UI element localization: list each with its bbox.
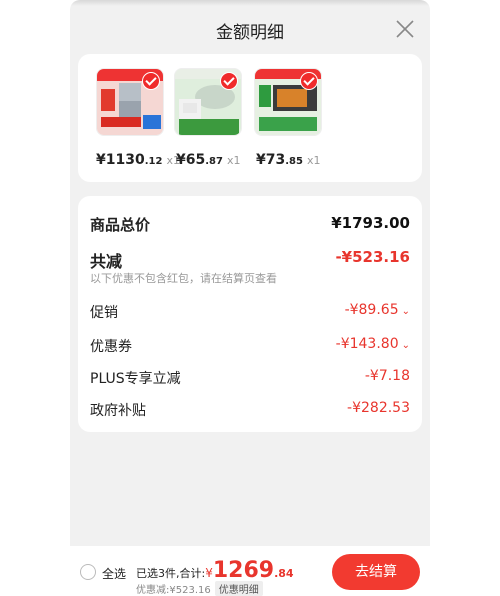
selected-count-text: 已选3件,合计:: [136, 567, 206, 580]
right-backdrop: [430, 0, 500, 592]
sheet-top-shade: [70, 0, 430, 6]
total-price-row: 商品总价 ¥1793.00: [90, 214, 410, 235]
price-summary-card: 商品总价 ¥1793.00 共减 -¥523.16 以下优惠不包含红包，请在结算…: [78, 196, 422, 432]
product-price: ¥1130.12 x1: [96, 152, 180, 168]
total-decimal: .84: [274, 567, 294, 580]
total-reduction-row: 共减 -¥523.16: [90, 248, 410, 272]
left-backdrop: [0, 0, 70, 592]
product-image-kettle: [174, 68, 242, 136]
total-reduction-label: 共减: [90, 252, 123, 271]
product-image-refrigerator: [96, 68, 164, 136]
discount-row-plus: PLUS专享立减 -¥7.18: [90, 368, 410, 388]
select-all-label[interactable]: 全选: [102, 565, 126, 582]
checked-icon: [300, 72, 318, 90]
discount-amount: -¥7.18: [364, 368, 410, 384]
selected-total: 已选3件,合计:¥1269.84: [136, 558, 294, 583]
discount-amount: -¥143.80: [335, 336, 399, 352]
product-card: ¥1130.12 x1 ¥65.87 x1 ¥73.85 x1: [78, 54, 422, 182]
discount-row-coupon[interactable]: 优惠券 -¥143.80 ⌄: [90, 336, 410, 356]
checked-icon: [220, 72, 238, 90]
product-item[interactable]: [96, 68, 164, 136]
checkout-bar: 全选 已选3件,合计:¥1269.84 优惠减:¥523.16 优惠明细 去结算: [70, 546, 430, 596]
chevron-down-icon: ⌄: [401, 306, 410, 317]
total-price-label: 商品总价: [90, 216, 151, 234]
amount-detail-sheet: 金额明细 ¥1130.12 x1 ¥65.87 x1 ¥73.85 x1 商品总…: [70, 0, 430, 592]
checkout-button[interactable]: 去结算: [332, 554, 420, 590]
discount-label: 促销: [90, 305, 118, 321]
discount-label: 政府补贴: [90, 403, 146, 419]
discount-label: PLUS专享立减: [90, 371, 181, 387]
sheet-title: 金额明细: [216, 23, 284, 43]
discount-amount: -¥282.53: [347, 400, 410, 416]
discount-row-promotion[interactable]: 促销 -¥89.65 ⌄: [90, 302, 410, 322]
select-all-radio[interactable]: [80, 564, 96, 580]
product-price: ¥65.87 x1: [176, 152, 241, 168]
discount-summary-text: 优惠减:¥523.16: [136, 585, 211, 596]
reduction-note: 以下优惠不包含红包，请在结算页查看: [90, 272, 277, 285]
discount-summary: 优惠减:¥523.16 优惠明细: [136, 581, 263, 596]
close-icon[interactable]: [394, 18, 416, 40]
discount-amount: -¥89.65: [344, 302, 399, 318]
discount-label: 优惠券: [90, 339, 132, 355]
product-item[interactable]: [174, 68, 242, 136]
discount-row-subsidy: 政府补贴 -¥282.53: [90, 400, 410, 420]
currency-symbol: ¥: [205, 566, 213, 580]
product-image-oven: [254, 68, 322, 136]
chevron-down-icon: ⌄: [401, 340, 410, 351]
total-reduction-amount: -¥523.16: [335, 248, 410, 266]
total-integer: 1269: [212, 558, 275, 583]
checked-icon: [142, 72, 160, 90]
product-item[interactable]: [254, 68, 322, 136]
discount-detail-button[interactable]: 优惠明细: [214, 581, 263, 596]
total-price-amount: ¥1793.00: [331, 214, 410, 232]
product-price: ¥73.85 x1: [256, 152, 321, 168]
